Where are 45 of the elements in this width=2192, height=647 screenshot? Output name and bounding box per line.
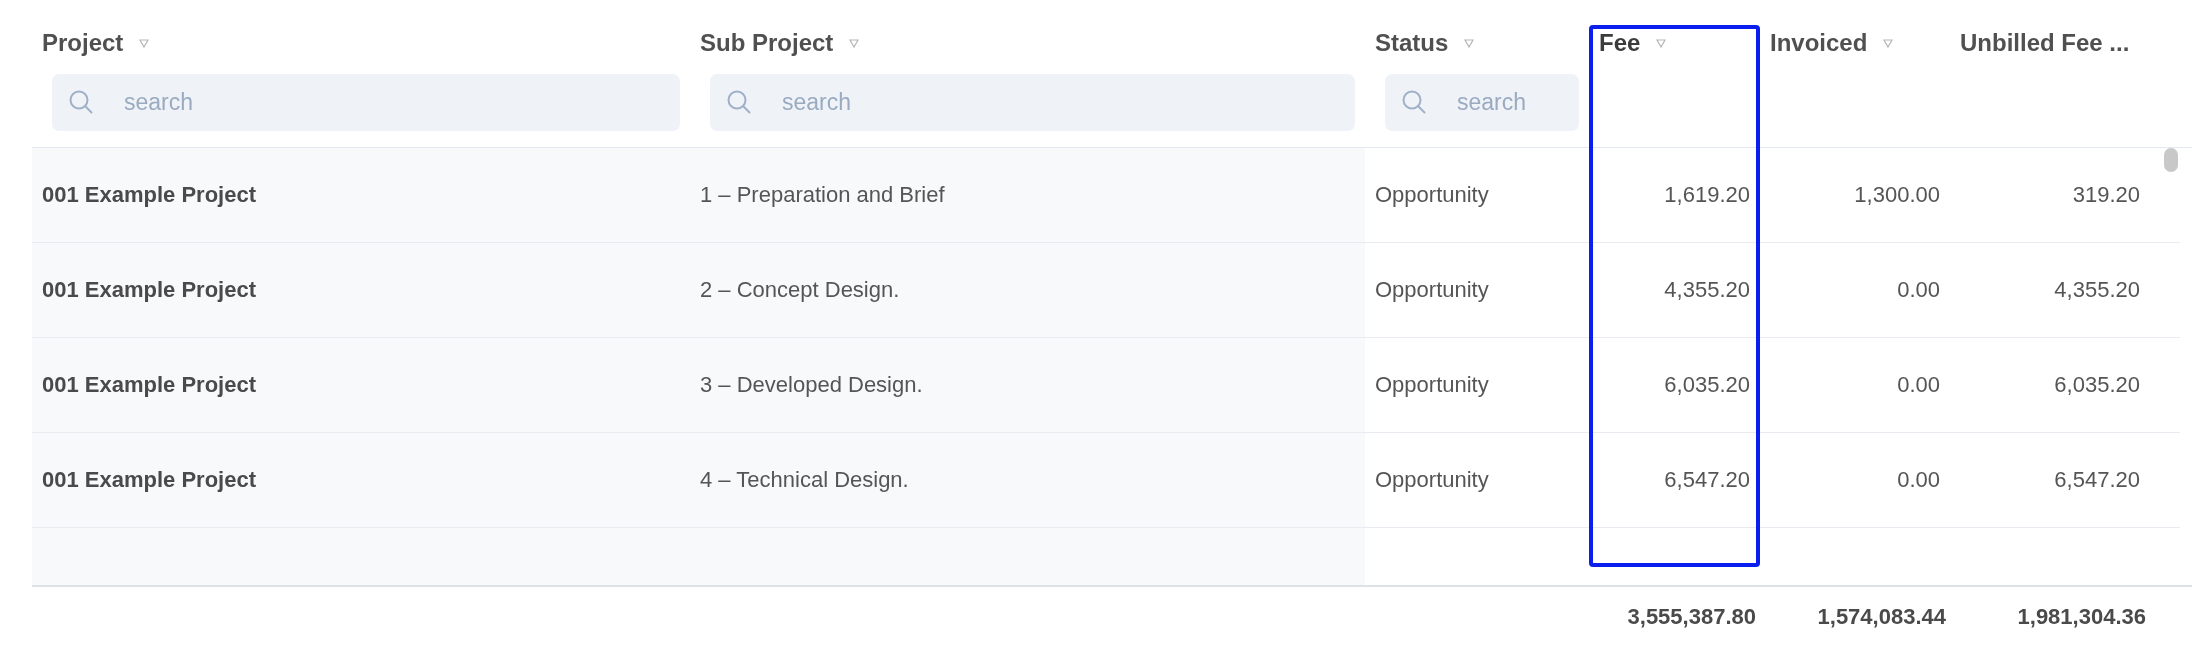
table-cell: 0.00	[1897, 372, 1940, 398]
table-cell: Opportunity	[1375, 182, 1489, 208]
search-field[interactable]: search	[710, 74, 1355, 131]
sort-icon[interactable]	[1464, 38, 1475, 48]
search-icon	[1401, 89, 1427, 115]
table-cell: 4 – Technical Design.	[700, 467, 909, 493]
column-header[interactable]: Unbilled Fee ...	[1960, 29, 2130, 57]
column-header[interactable]: Sub Project	[700, 29, 834, 57]
column-header[interactable]: Project	[42, 29, 124, 57]
table-cell: 1,300.00	[1854, 182, 1940, 208]
table-cell: 319.20	[2072, 182, 2140, 208]
table-cell: 6,547.20	[2054, 467, 2140, 493]
table-cell: Opportunity	[1375, 372, 1489, 398]
table-cell: Opportunity	[1375, 277, 1489, 303]
table-cell: 6,035.20	[2054, 372, 2140, 398]
table-cell: 2 – Concept Design.	[700, 277, 900, 303]
sort-icon[interactable]	[849, 38, 860, 48]
search-icon	[68, 89, 94, 115]
table-cell: 001 Example Project	[42, 467, 256, 493]
table-cell: 4,355.20	[1664, 277, 1750, 303]
table-cell: 4,355.20	[2054, 277, 2140, 303]
total-value: 1,574,083.44	[1817, 604, 1946, 630]
sort-icon[interactable]	[139, 38, 150, 48]
table-cell: 001 Example Project	[42, 277, 256, 303]
table-cell: 0.00	[1897, 467, 1940, 493]
scrollbar-thumb[interactable]	[2164, 148, 2178, 172]
table-cell: 0.00	[1897, 277, 1940, 303]
table-cell: 1 – Preparation and Brief	[700, 182, 945, 208]
table-cell: 001 Example Project	[42, 372, 256, 398]
total-value: 1,981,304.36	[2017, 604, 2146, 630]
table-cell: 6,547.20	[1664, 467, 1750, 493]
total-value: 3,555,387.80	[1627, 604, 1756, 630]
table-cell: 001 Example Project	[42, 182, 256, 208]
search-field[interactable]: search	[52, 74, 680, 131]
sort-icon[interactable]	[1883, 38, 1894, 48]
table-cell: 3 – Developed Design.	[700, 372, 923, 398]
table-cell: Opportunity	[1375, 467, 1489, 493]
sort-icon[interactable]	[1656, 38, 1667, 48]
table-cell: 6,035.20	[1664, 372, 1750, 398]
search-field[interactable]: search	[1385, 74, 1579, 131]
search-icon	[726, 89, 752, 115]
column-header[interactable]: Invoiced	[1770, 29, 1868, 57]
column-header[interactable]: Status	[1375, 29, 1449, 57]
table-cell: 1,619.20	[1664, 182, 1750, 208]
column-header[interactable]: Fee	[1599, 29, 1641, 57]
